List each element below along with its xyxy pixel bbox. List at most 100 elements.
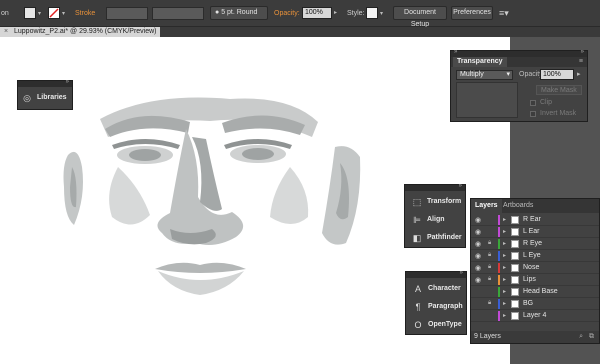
layer-row[interactable]: ◉ 🔒︎ ▸ R Eye [471, 238, 599, 250]
layer-thumbnail [511, 240, 519, 248]
opacity-link[interactable]: Opacity: [274, 10, 300, 17]
chevron-down-icon: ▾ [506, 71, 510, 78]
lock-icon[interactable]: 🔒︎ [488, 240, 491, 247]
layers-footer: 9 Layers ⌕ ⧉ [471, 331, 599, 343]
layer-row[interactable]: ◉ 🔒︎ ▸ L Eye [471, 250, 599, 262]
align-button[interactable]: ⊫ Align [411, 212, 461, 228]
layer-count: 9 Layers [474, 333, 501, 340]
layer-name: R Eye [523, 240, 543, 247]
type-panel: » A Character ¶ Paragraph O OpenType [405, 270, 467, 335]
opacity-arrow[interactable]: ▸ [334, 9, 337, 16]
visibility-eye-icon[interactable]: ◉ [475, 216, 481, 224]
panel-menu-icon[interactable]: ≡ [579, 57, 583, 67]
brush-definition-label: 5 pt. Round [221, 9, 258, 16]
expand-icon[interactable]: » [454, 49, 457, 55]
expand-triangle-icon[interactable]: ▸ [503, 228, 506, 235]
style-label: Style: [347, 10, 365, 17]
expand-triangle-icon[interactable]: ▸ [503, 264, 506, 271]
close-tab-icon[interactable]: × [4, 27, 8, 37]
clip-checkbox[interactable] [530, 100, 536, 106]
layers-panel: Layers Artboards ◉ ▸ R Ear ◉ ▸ L Ear ◉ 🔒︎ ▸ R Eye… [470, 198, 600, 344]
stroke-dropdown-arrow[interactable]: ▾ [62, 10, 65, 17]
transform-button[interactable]: ⬚ Transform [411, 194, 462, 210]
stroke-swatch[interactable] [48, 7, 60, 19]
collapse-icon[interactable]: » [581, 49, 584, 55]
layer-color-bar [498, 287, 500, 297]
align-icon: ⊫ [413, 215, 421, 225]
preferences-button[interactable]: Preferences [451, 6, 493, 20]
paragraph-button[interactable]: ¶ Paragraph [412, 299, 463, 315]
opacity-input[interactable]: 100% [302, 7, 332, 19]
opacity-slider-arrow[interactable]: ▸ [577, 70, 581, 78]
panel-grip[interactable]: » [406, 270, 466, 278]
variable-width-profile[interactable] [152, 7, 204, 20]
opentype-label: OpenType [428, 321, 462, 328]
layer-row[interactable]: ◉ ▸ R Ear [471, 214, 599, 226]
style-dropdown-arrow[interactable]: ▾ [380, 10, 383, 17]
invert-mask-checkbox[interactable] [530, 111, 536, 117]
layer-thumbnail [511, 264, 519, 272]
make-mask-button[interactable]: Make Mask [536, 85, 582, 95]
graphic-style-swatch[interactable] [366, 7, 378, 19]
tab-layers[interactable]: Layers [471, 199, 502, 213]
lock-icon[interactable]: 🔒︎ [488, 276, 491, 283]
character-button[interactable]: A Character [412, 281, 462, 297]
panel-tab-row: Layers Artboards [471, 199, 599, 213]
layer-color-bar [498, 239, 500, 249]
expand-triangle-icon[interactable]: ▸ [503, 276, 506, 283]
visibility-eye-icon[interactable]: ◉ [475, 228, 481, 236]
document-setup-button[interactable]: Document Setup [393, 6, 447, 28]
fill-dropdown-arrow[interactable]: ▾ [38, 10, 41, 17]
expand-triangle-icon[interactable]: ▸ [503, 216, 506, 223]
stroke-link[interactable]: Stroke [75, 10, 95, 17]
stroke-weight-field[interactable] [106, 7, 148, 20]
brush-definition-dropdown[interactable]: ● 5 pt. Round [210, 6, 268, 20]
arrange-icon[interactable]: ≡▾ [499, 8, 509, 19]
new-layer-icon[interactable]: ⧉ [589, 331, 594, 343]
visibility-eye-icon[interactable]: ◉ [475, 252, 481, 260]
expand-triangle-icon[interactable]: ▸ [503, 300, 506, 307]
collapse-icon[interactable]: » [459, 183, 462, 189]
lock-icon[interactable]: 🔒︎ [488, 252, 491, 259]
transform-panel: » ⬚ Transform ⊫ Align ◧ Pathfinder [404, 183, 466, 248]
tab-transparency[interactable]: Transparency [453, 57, 507, 67]
layer-row[interactable]: ◉ 🔒︎ ▸ Nose [471, 262, 599, 274]
layer-row[interactable]: ◉ 🔒︎ ▸ Lips [471, 274, 599, 286]
opentype-icon: O [414, 320, 422, 330]
pathfinder-button[interactable]: ◧ Pathfinder [411, 230, 462, 246]
expand-triangle-icon[interactable]: ▸ [503, 312, 506, 319]
collapse-icon[interactable]: » [460, 270, 463, 276]
control-bar: on ▾ ▾ Stroke ● 5 pt. Round Opacity: 100… [0, 0, 600, 28]
tab-artboards[interactable]: Artboards [499, 199, 537, 213]
layer-row[interactable]: ▸ Head Base [471, 286, 599, 298]
collapse-icon[interactable]: » [66, 79, 69, 85]
expand-triangle-icon[interactable]: ▸ [503, 252, 506, 259]
no-stroke-icon [49, 8, 59, 18]
visibility-eye-icon[interactable]: ◉ [475, 276, 481, 284]
lock-icon[interactable]: 🔒︎ [488, 300, 491, 307]
visibility-eye-icon[interactable]: ◉ [475, 264, 481, 272]
opentype-button[interactable]: O OpenType [412, 317, 462, 333]
visibility-eye-icon[interactable]: ◉ [475, 240, 481, 248]
transparency-opacity-input[interactable]: 100% [540, 69, 574, 80]
lock-icon[interactable]: 🔒︎ [488, 264, 491, 271]
expand-triangle-icon[interactable]: ▸ [503, 288, 506, 295]
pathfinder-icon: ◧ [412, 233, 422, 243]
search-icon[interactable]: ⌕ [579, 331, 583, 343]
document-tab[interactable]: × Luppowitz_P2.ai* @ 29.93% (CMYK/Previe… [0, 27, 160, 37]
layer-row[interactable]: ▸ Layer 4 [471, 310, 599, 322]
brush-dot-icon: ● [215, 9, 220, 16]
panel-grip[interactable]: » [405, 183, 465, 191]
libraries-button[interactable]: ◎ Libraries [21, 90, 68, 106]
expand-triangle-icon[interactable]: ▸ [503, 240, 506, 247]
clip-label: Clip [540, 99, 553, 106]
blend-mode-select[interactable]: Multiply ▾ [456, 70, 513, 80]
layer-row[interactable]: ◉ ▸ L Ear [471, 226, 599, 238]
transparency-panel: » » Transparency ≡ Multiply ▾ Opacity: 1… [450, 49, 588, 122]
character-icon: A [414, 284, 421, 294]
fill-swatch[interactable] [24, 7, 36, 19]
panel-grip[interactable]: » [18, 79, 72, 87]
layer-color-bar [498, 215, 500, 225]
libraries-label: Libraries [37, 94, 67, 101]
layer-row[interactable]: 🔒︎ ▸ BG [471, 298, 599, 310]
